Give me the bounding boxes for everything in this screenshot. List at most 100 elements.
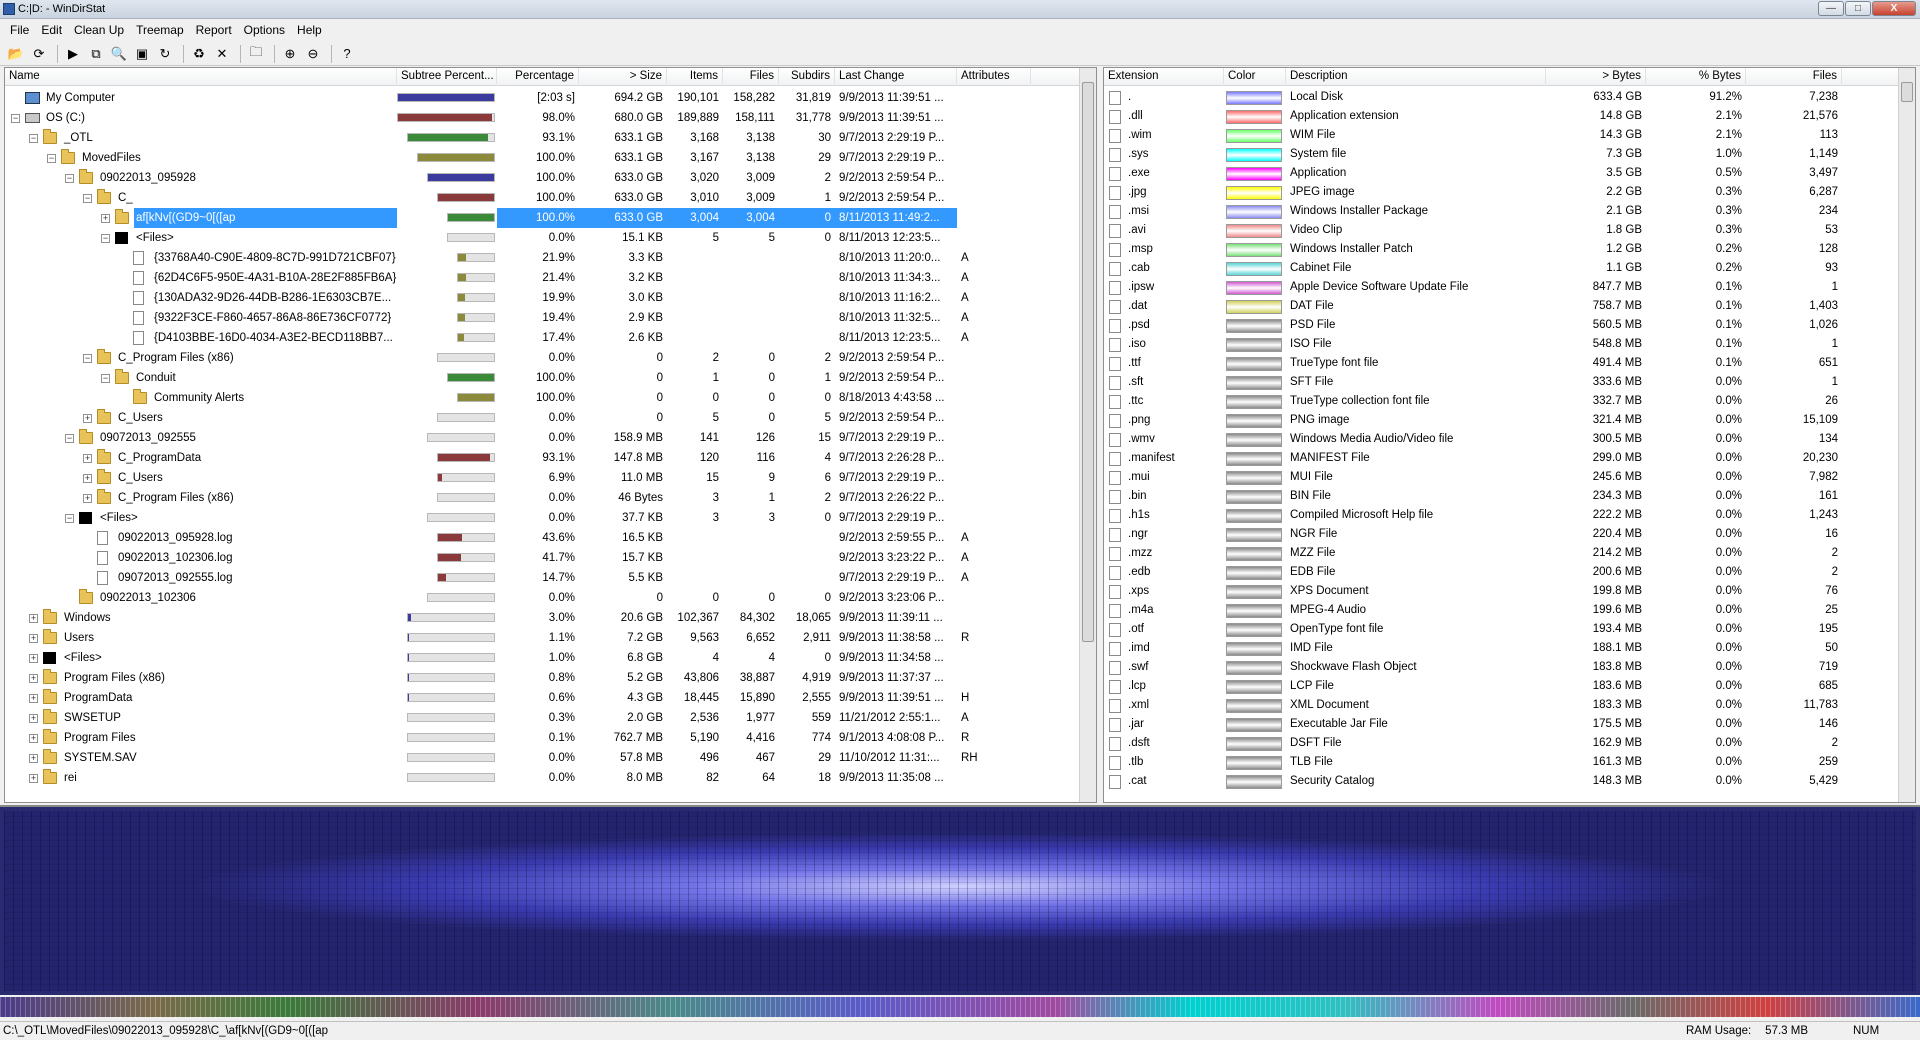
extension-row[interactable]: .sys System file 7.3 GB 1.0% 1,149: [1104, 145, 1900, 164]
copy-icon[interactable]: ⧉: [86, 44, 106, 64]
close-button[interactable]: X: [1872, 1, 1916, 16]
tree-row[interactable]: + C_Program Files (x86) 0.0% 46 Bytes 3 1 2 9/7…: [5, 488, 1081, 508]
extension-row[interactable]: .ipsw Apple Device Software Update File 84…: [1104, 278, 1900, 297]
tree-scrollbar[interactable]: [1079, 68, 1096, 802]
col-subdirs-header[interactable]: Subdirs: [779, 68, 835, 86]
extension-row[interactable]: .avi Video Clip 1.8 GB 0.3% 53: [1104, 221, 1900, 240]
rescan-icon[interactable]: ⟳: [29, 44, 49, 64]
tree-row[interactable]: {D4103BBE-16D0-4034-A3E2-BECD118BB7... 17…: [5, 328, 1081, 348]
refresh-icon[interactable]: ↻: [155, 44, 175, 64]
col-extension-header[interactable]: Extension: [1104, 68, 1224, 86]
zoom-in-icon[interactable]: ⊕: [280, 44, 300, 64]
extension-row[interactable]: .mui MUI File 245.6 MB 0.0% 7,982: [1104, 468, 1900, 487]
new-folder-icon[interactable]: 🗀: [246, 44, 266, 64]
tree-row[interactable]: + af[kNv[(GD9~0[([ap 100.0% 633.0 GB 3,004 3,…: [5, 208, 1081, 228]
extension-scrollbar[interactable]: [1898, 68, 1915, 802]
col-description-header[interactable]: Description: [1286, 68, 1546, 86]
extension-row[interactable]: .dat DAT File 758.7 MB 0.1% 1,403: [1104, 297, 1900, 316]
delete-icon[interactable]: ✕: [212, 44, 232, 64]
tree-row[interactable]: 09072013_092555.log 14.7% 5.5 KB 9/7/2013 2…: [5, 568, 1081, 588]
extension-row[interactable]: .xml XML Document 183.3 MB 0.0% 11,783: [1104, 696, 1900, 715]
extension-row[interactable]: .msp Windows Installer Patch 1.2 GB 0.2% 128: [1104, 240, 1900, 259]
extension-row[interactable]: .iso ISO File 548.8 MB 0.1% 1: [1104, 335, 1900, 354]
tree-row[interactable]: + C_Users 0.0% 0 5 0 5 9/2/2013 2:59:54 P...: [5, 408, 1081, 428]
collapse-icon[interactable]: −: [101, 374, 110, 383]
extension-row[interactable]: .png PNG image 321.4 MB 0.0% 15,109: [1104, 411, 1900, 430]
tree-row[interactable]: + SWSETUP 0.3% 2.0 GB 2,536 1,977 559 11/21/201…: [5, 708, 1081, 728]
extension-row[interactable]: .edb EDB File 200.6 MB 0.0% 2: [1104, 563, 1900, 582]
extension-row[interactable]: .manifest MANIFEST File 299.0 MB 0.0% 20,230: [1104, 449, 1900, 468]
menu-clean-up[interactable]: Clean Up: [68, 23, 130, 37]
expand-icon[interactable]: +: [83, 454, 92, 463]
extension-row[interactable]: .cat Security Catalog 148.3 MB 0.0% 5,429: [1104, 772, 1900, 791]
collapse-icon[interactable]: −: [29, 134, 38, 143]
extension-row[interactable]: .dll Application extension 14.8 GB 2.1% 21,5…: [1104, 107, 1900, 126]
col-last-change-header[interactable]: Last Change: [835, 68, 957, 86]
tree-row[interactable]: + Program Files (x86) 0.8% 5.2 GB 43,806 38,8…: [5, 668, 1081, 688]
extension-row[interactable]: .wim WIM File 14.3 GB 2.1% 113: [1104, 126, 1900, 145]
col-name-header[interactable]: Name: [5, 68, 397, 86]
menu-help[interactable]: Help: [291, 23, 328, 37]
extension-row[interactable]: .m4a MPEG-4 Audio 199.6 MB 0.0% 25: [1104, 601, 1900, 620]
extension-row[interactable]: .h1s Compiled Microsoft Help file 222.2 MB…: [1104, 506, 1900, 525]
extension-row[interactable]: .exe Application 3.5 GB 0.5% 3,497: [1104, 164, 1900, 183]
extension-row[interactable]: .imd IMD File 188.1 MB 0.0% 50: [1104, 639, 1900, 658]
tree-row[interactable]: + Windows 3.0% 20.6 GB 102,367 84,302 18,065 9/…: [5, 608, 1081, 628]
tree-row[interactable]: − C_ 100.0% 633.0 GB 3,010 3,009 1 9/2/2013 2:5…: [5, 188, 1081, 208]
extension-row[interactable]: .msi Windows Installer Package 2.1 GB 0.3% 2…: [1104, 202, 1900, 221]
collapse-icon[interactable]: −: [65, 174, 74, 183]
expand-icon[interactable]: +: [29, 634, 38, 643]
treemap-selected-block[interactable]: [4, 811, 1916, 991]
menu-file[interactable]: File: [4, 23, 35, 37]
tree-row[interactable]: − <Files> 0.0% 15.1 KB 5 5 0 8/11/2013 12:23:5.…: [5, 228, 1081, 248]
tree-row[interactable]: − 09072013_092555 0.0% 158.9 MB 141 126 15 9/7/…: [5, 428, 1081, 448]
tree-row[interactable]: + Users 1.1% 7.2 GB 9,563 6,652 2,911 9/9/2013 …: [5, 628, 1081, 648]
tree-row[interactable]: Community Alerts 100.0% 0 0 0 0 8/18/2013 4:43…: [5, 388, 1081, 408]
tree-row[interactable]: {33768A40-C90E-4809-8C7D-991D721CBF07} 21…: [5, 248, 1081, 268]
tree-row[interactable]: − OS (C:) 98.0% 680.0 GB 189,889 158,111 31,77…: [5, 108, 1081, 128]
extension-scroll-thumb[interactable]: [1901, 82, 1913, 102]
tree-row[interactable]: − <Files> 0.0% 37.7 KB 3 3 0 9/7/2013 2:29:19 P…: [5, 508, 1081, 528]
menu-options[interactable]: Options: [238, 23, 291, 37]
minimize-button[interactable]: —: [1818, 1, 1844, 16]
command-icon[interactable]: ▣: [132, 44, 152, 64]
collapse-icon[interactable]: −: [101, 234, 110, 243]
tree-row[interactable]: 09022013_095928.log 43.6% 16.5 KB 9/2/2013 …: [5, 528, 1081, 548]
tree-row[interactable]: 09022013_102306 0.0% 0 0 0 0 9/2/2013 3:23:06 …: [5, 588, 1081, 608]
menu-report[interactable]: Report: [190, 23, 238, 37]
menu-treemap[interactable]: Treemap: [130, 23, 190, 37]
expand-icon[interactable]: +: [29, 714, 38, 723]
tree-row[interactable]: + C_Users 6.9% 11.0 MB 15 9 6 9/7/2013 2:29:19 …: [5, 468, 1081, 488]
open-icon[interactable]: 📂: [6, 44, 26, 64]
col-items-header[interactable]: Items: [667, 68, 723, 86]
expand-icon[interactable]: +: [83, 474, 92, 483]
extension-row[interactable]: .ttc TrueType collection font file 332.7 M…: [1104, 392, 1900, 411]
col-color-header[interactable]: Color: [1224, 68, 1286, 86]
tree-row[interactable]: + SYSTEM.SAV 0.0% 57.8 MB 496 467 29 11/10/2012…: [5, 748, 1081, 768]
treemap-view[interactable]: [0, 805, 1920, 995]
tree-row[interactable]: + Program Files 0.1% 762.7 MB 5,190 4,416 774 9…: [5, 728, 1081, 748]
expand-icon[interactable]: +: [29, 674, 38, 683]
expand-icon[interactable]: +: [83, 494, 92, 503]
tree-row[interactable]: − MovedFiles 100.0% 633.1 GB 3,167 3,138 29 9/7…: [5, 148, 1081, 168]
play-icon[interactable]: ▶: [63, 44, 83, 64]
expand-icon[interactable]: +: [101, 214, 110, 223]
tree-row[interactable]: − 09022013_095928 100.0% 633.0 GB 3,020 3,009…: [5, 168, 1081, 188]
zoom-out-icon[interactable]: ⊖: [303, 44, 323, 64]
expand-icon[interactable]: +: [29, 614, 38, 623]
extension-row[interactable]: .psd PSD File 560.5 MB 0.1% 1,026: [1104, 316, 1900, 335]
extension-row[interactable]: .lcp LCP File 183.6 MB 0.0% 685: [1104, 677, 1900, 696]
extension-row[interactable]: .wmv Windows Media Audio/Video file 300.5 …: [1104, 430, 1900, 449]
tree-row[interactable]: + ProgramData 0.6% 4.3 GB 18,445 15,890 2,555 9…: [5, 688, 1081, 708]
extension-row[interactable]: .sft SFT File 333.6 MB 0.0% 1: [1104, 373, 1900, 392]
col-percent-bytes-header[interactable]: % Bytes: [1646, 68, 1746, 86]
collapse-icon[interactable]: −: [83, 354, 92, 363]
col-ext-files-header[interactable]: Files: [1746, 68, 1842, 86]
maximize-button[interactable]: □: [1845, 1, 1871, 16]
extension-row[interactable]: .cab Cabinet File 1.1 GB 0.2% 93: [1104, 259, 1900, 278]
extension-row[interactable]: . Local Disk 633.4 GB 91.2% 7,238: [1104, 88, 1900, 107]
col-attributes-header[interactable]: Attributes: [957, 68, 1031, 86]
tree-row[interactable]: − Conduit 100.0% 0 1 0 1 9/2/2013 2:59:54 P...: [5, 368, 1081, 388]
expand-icon[interactable]: +: [29, 754, 38, 763]
tree-row[interactable]: − C_Program Files (x86) 0.0% 0 2 0 2 9/2/2013 2…: [5, 348, 1081, 368]
